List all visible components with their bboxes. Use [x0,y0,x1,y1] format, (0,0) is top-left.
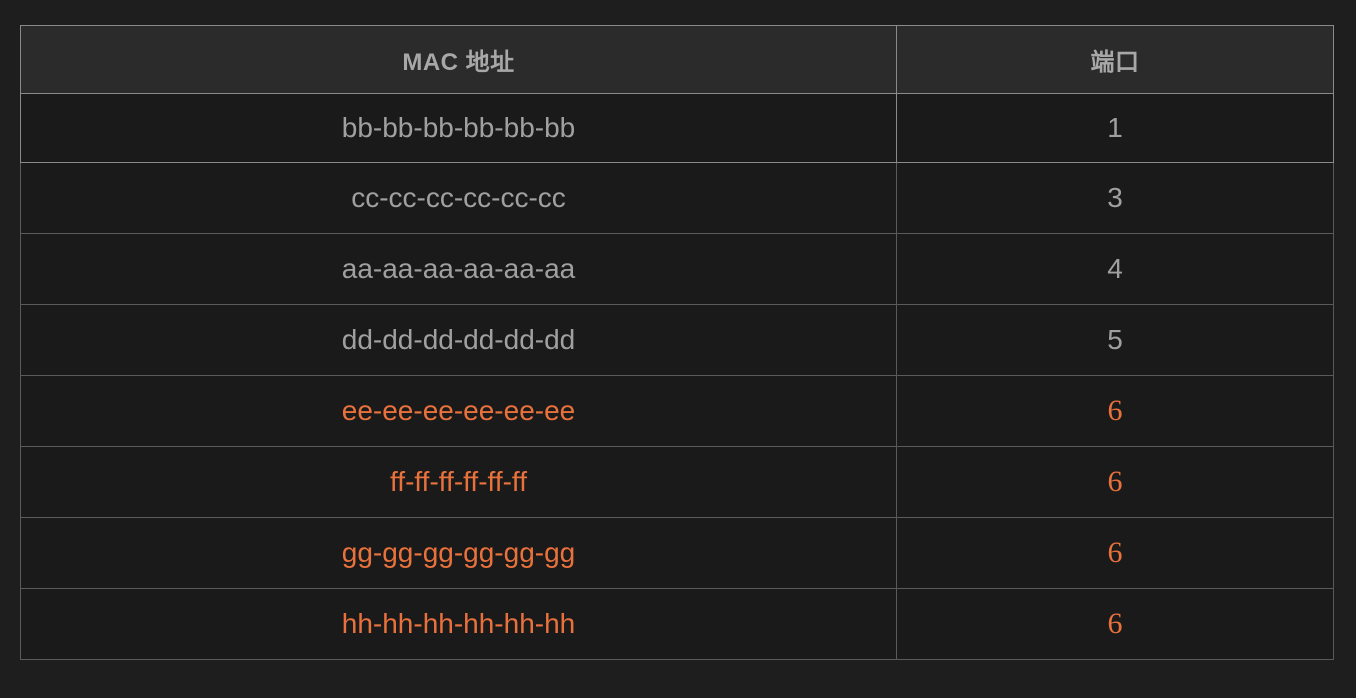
table-body: bb-bb-bb-bb-bb-bb 1 cc-cc-cc-cc-cc-cc 3 … [20,93,1334,660]
cell-mac-address: gg-gg-gg-gg-gg-gg [20,517,897,589]
cell-mac-address: aa-aa-aa-aa-aa-aa [20,233,897,305]
cell-port: 1 [896,93,1334,163]
cell-mac-address: hh-hh-hh-hh-hh-hh [20,588,897,660]
table-row: bb-bb-bb-bb-bb-bb 1 [20,93,1334,163]
cell-mac-address: ff-ff-ff-ff-ff-ff [20,446,897,518]
table-row: gg-gg-gg-gg-gg-gg 6 [20,517,1334,589]
header-row: MAC 地址 端口 [20,25,1334,94]
header-port: 端口 [896,25,1334,94]
cell-port: 5 [896,304,1334,376]
cell-mac-address: ee-ee-ee-ee-ee-ee [20,375,897,447]
table-row: hh-hh-hh-hh-hh-hh 6 [20,588,1334,660]
table-row: dd-dd-dd-dd-dd-dd 5 [20,304,1334,376]
cell-port: 6 [896,446,1334,518]
cell-mac-address: cc-cc-cc-cc-cc-cc [20,162,897,234]
mac-table-container: MAC 地址 端口 bb-bb-bb-bb-bb-bb 1 cc-cc-cc-c… [20,25,1334,660]
mac-address-table: MAC 地址 端口 bb-bb-bb-bb-bb-bb 1 cc-cc-cc-c… [20,25,1334,660]
cell-port: 6 [896,375,1334,447]
cell-mac-address: dd-dd-dd-dd-dd-dd [20,304,897,376]
table-row: ff-ff-ff-ff-ff-ff 6 [20,446,1334,518]
table-row: cc-cc-cc-cc-cc-cc 3 [20,162,1334,234]
cell-port: 3 [896,162,1334,234]
header-mac-address: MAC 地址 [20,25,897,94]
cell-mac-address: bb-bb-bb-bb-bb-bb [20,93,897,163]
cell-port: 4 [896,233,1334,305]
cell-port: 6 [896,517,1334,589]
table-row: aa-aa-aa-aa-aa-aa 4 [20,233,1334,305]
table-row: ee-ee-ee-ee-ee-ee 6 [20,375,1334,447]
table-header: MAC 地址 端口 [20,25,1334,94]
cell-port: 6 [896,588,1334,660]
